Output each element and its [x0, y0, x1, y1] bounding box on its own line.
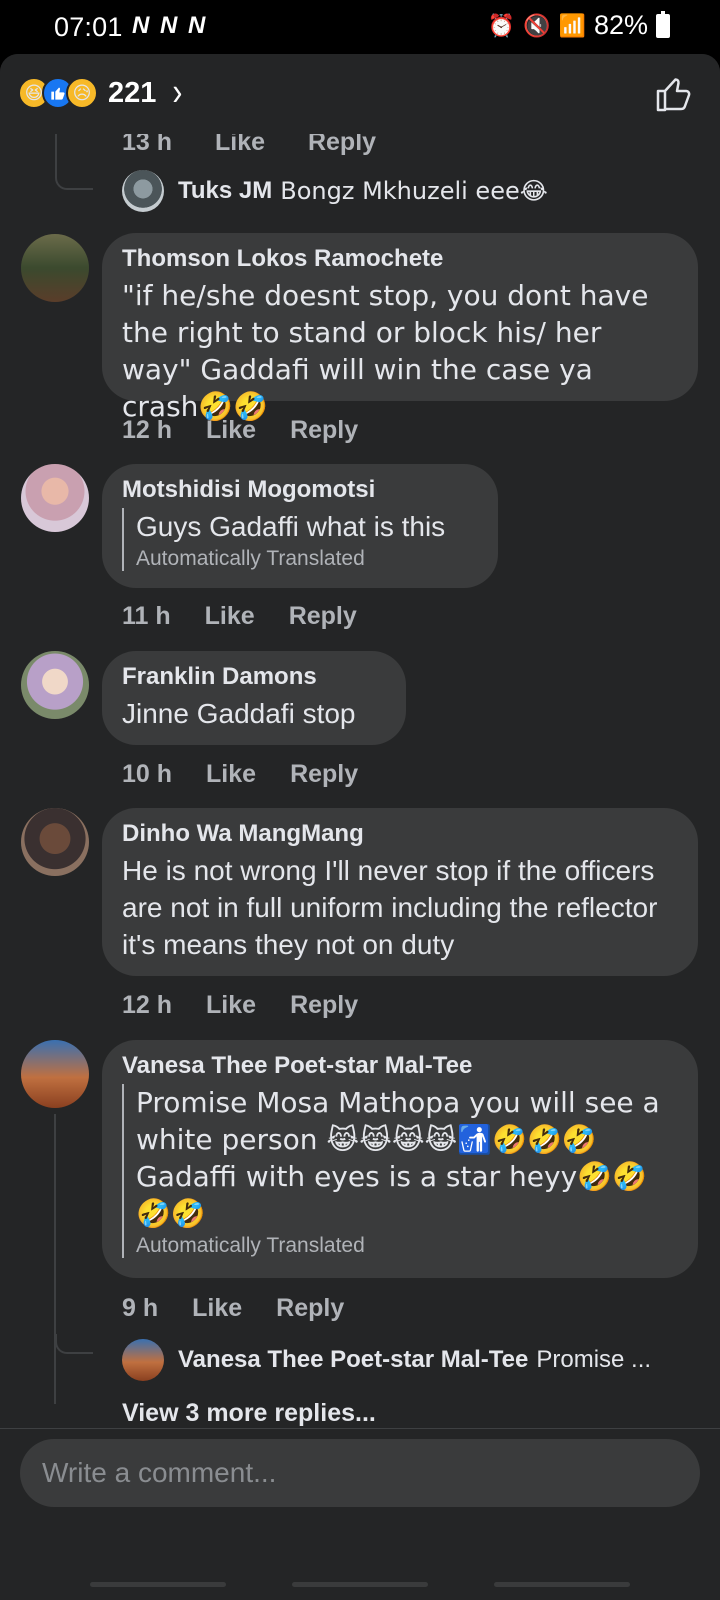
comment-actions: 10 h Like Reply: [122, 760, 358, 789]
avatar[interactable]: [21, 651, 89, 719]
comment-text: "if he/she doesnt stop, you dont have th…: [122, 279, 649, 423]
comment-author[interactable]: Tuks JM: [178, 177, 272, 205]
nav-pill: [90, 1582, 226, 1587]
thread-connector: [55, 134, 93, 190]
sad-reaction-icon: 😥: [66, 77, 98, 109]
comment-bubble[interactable]: Thomson Lokos Ramochete "if he/she doesn…: [102, 233, 698, 423]
translated-quote: Promise Mosa Mathopa you will see a whit…: [122, 1084, 678, 1258]
comment-author[interactable]: Vanesa Thee Poet-star Mal-Tee: [122, 1052, 678, 1080]
wifi-icon: 📶: [558, 12, 586, 38]
like-link[interactable]: Like: [215, 134, 265, 156]
reply-author[interactable]: Vanesa Thee Poet-star Mal-Tee: [178, 1346, 528, 1374]
nav-pill: [292, 1582, 428, 1587]
avatar[interactable]: [21, 464, 89, 532]
like-link[interactable]: Like: [206, 416, 256, 445]
thread-connector: [54, 1114, 56, 1404]
comment-text: He is not wrong I'll never stop if the o…: [122, 855, 658, 960]
status-time: 07:01: [54, 12, 123, 42]
reply-link[interactable]: Reply: [289, 602, 357, 631]
avatar[interactable]: [21, 1040, 89, 1108]
like-link[interactable]: Like: [192, 1294, 242, 1323]
status-right: ⏰ 🔇 📶 82%: [488, 10, 670, 41]
gesture-bar: [0, 1582, 720, 1588]
comment-time: 9 h: [122, 1294, 159, 1322]
composer-bar: Write a comment...: [0, 1428, 720, 1546]
reply-text: Promise ...: [536, 1346, 652, 1373]
comment-bubble[interactable]: Vanesa Thee Poet-star Mal-Tee Promise Mo…: [102, 1040, 698, 1278]
battery-icon: [656, 10, 670, 38]
like-link[interactable]: Like: [205, 602, 255, 631]
comment-time: 12 h: [122, 416, 173, 444]
chevron-right-icon[interactable]: ›: [172, 71, 182, 115]
notification-icons: N N N: [132, 12, 208, 39]
translated-label: Automatically Translated: [136, 1234, 365, 1257]
comment-text: Jinne Gaddafi stop: [122, 698, 356, 729]
reply-link[interactable]: Reply: [290, 416, 358, 445]
avatar[interactable]: [122, 170, 164, 212]
reply-link[interactable]: Reply: [276, 1294, 344, 1323]
reactions-header: 😆 😥 221 ›: [0, 54, 720, 134]
comment-author[interactable]: Motshidisi Mogomotsi: [122, 476, 478, 504]
comment-time: 10 h: [122, 760, 173, 788]
comment-input[interactable]: Write a comment...: [20, 1439, 700, 1507]
mute-icon: 🔇: [523, 12, 551, 38]
comment-time: 12 h: [122, 991, 173, 1019]
translated-label: Automatically Translated: [136, 547, 365, 570]
thread-connector: [55, 1334, 93, 1354]
battery-percent: 82%: [593, 10, 648, 40]
avatar[interactable]: [122, 1339, 164, 1381]
reactions-summary[interactable]: 😆 😥 221 ›: [18, 71, 182, 114]
reaction-count: 221: [108, 76, 157, 109]
like-link[interactable]: Like: [206, 991, 256, 1020]
reply-link[interactable]: Reply: [290, 991, 358, 1020]
like-link[interactable]: Like: [206, 760, 256, 789]
comment-author[interactable]: Franklin Damons: [122, 663, 386, 691]
partial-actions: 13 h Like Reply: [122, 134, 412, 157]
translated-quote: Guys Gadaffi what is this Automatically …: [122, 508, 478, 571]
comment-list: 13 h Like Reply Tuks JM Bongz Mkhuzeli e…: [0, 134, 720, 1439]
status-bar: 07:01 N N N ⏰ 🔇 📶 82%: [0, 0, 720, 54]
avatar[interactable]: [21, 808, 89, 876]
comment-author[interactable]: Thomson Lokos Ramochete: [122, 245, 678, 273]
comment-text: Bongz Mkhuzeli eee😂: [280, 177, 548, 205]
comment-actions: 9 h Like Reply: [122, 1294, 344, 1323]
reply-preview[interactable]: Vanesa Thee Poet-star Mal-Tee Promise ..…: [122, 1339, 651, 1381]
reply-link[interactable]: Reply: [308, 134, 376, 156]
comment-author[interactable]: Dinho Wa MangMang: [122, 820, 678, 848]
view-more-replies-link[interactable]: View 3 more replies...: [122, 1399, 376, 1428]
comment-bubble[interactable]: Dinho Wa MangMang He is not wrong I'll n…: [102, 808, 698, 976]
like-post-button[interactable]: [654, 74, 694, 114]
comment-actions: 11 h Like Reply: [122, 602, 357, 631]
comment-actions: 12 h Like Reply: [122, 416, 358, 445]
comments-sheet: 😆 😥 221 › 13 h Like Reply Tuks JM Bongz …: [0, 54, 720, 1600]
comment-bubble[interactable]: Franklin Damons Jinne Gaddafi stop: [102, 651, 406, 745]
comment-time: 11 h: [122, 602, 171, 630]
avatar[interactable]: [21, 234, 89, 302]
reply-link[interactable]: Reply: [290, 760, 358, 789]
reply-item[interactable]: Tuks JM Bongz Mkhuzeli eee😂: [122, 170, 548, 212]
nav-pill: [494, 1582, 630, 1587]
comment-actions: 12 h Like Reply: [122, 991, 358, 1020]
comment-bubble[interactable]: Motshidisi Mogomotsi Guys Gadaffi what i…: [102, 464, 498, 588]
comment-text: Guys Gadaffi what is this: [136, 511, 446, 542]
alarm-icon: ⏰: [487, 12, 516, 38]
comment-text: Promise Mosa Mathopa you will see a whit…: [136, 1086, 660, 1230]
